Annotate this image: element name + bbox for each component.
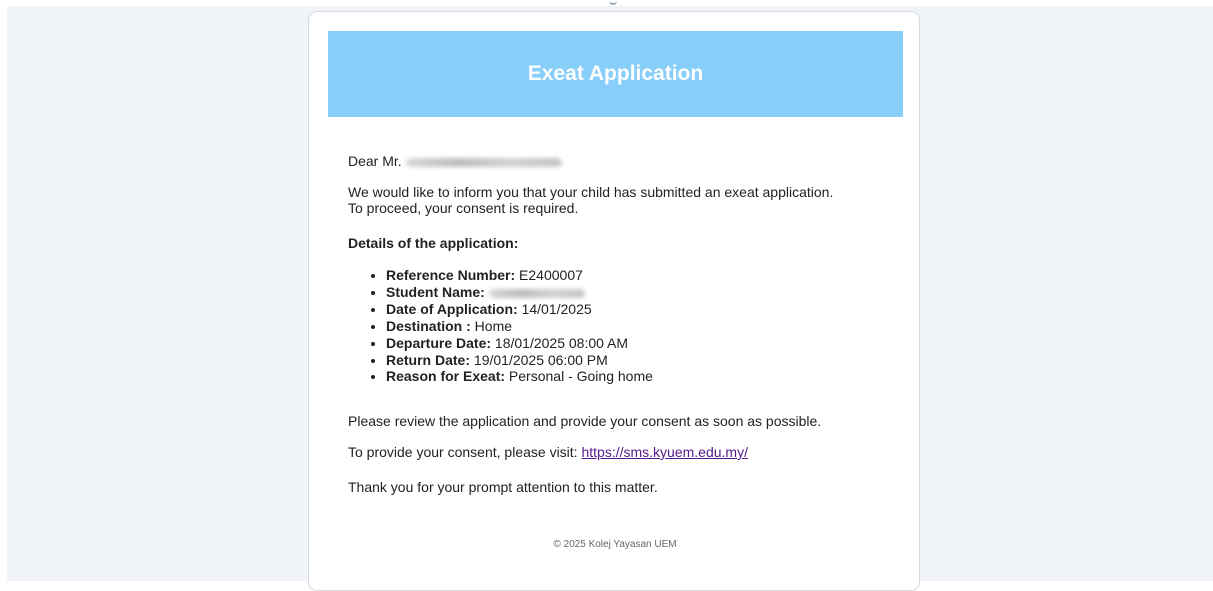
thanks-paragraph: Thank you for your prompt attention to t… xyxy=(348,479,658,495)
consent-link[interactable]: https://sms.kyuem.edu.my/ xyxy=(581,444,748,460)
detail-item-student-name: Student Name: xyxy=(386,284,653,301)
review-paragraph: Please review the application and provid… xyxy=(348,413,822,429)
detail-label: Return Date: xyxy=(386,351,471,368)
loading-indicator-icon xyxy=(609,0,617,5)
detail-label: Reason for Exeat: xyxy=(386,368,506,385)
detail-item-return-date: Return Date: 19/01/2025 06:00 PM xyxy=(386,352,653,369)
greeting-prefix: Dear Mr. xyxy=(348,153,406,169)
details-heading: Details of the application: xyxy=(348,235,519,251)
detail-value: 19/01/2025 06:00 PM xyxy=(470,351,608,368)
intro-paragraph: We would like to inform you that your ch… xyxy=(348,184,893,216)
detail-value: Personal - Going home xyxy=(505,368,653,385)
redacted-parent-name xyxy=(405,157,562,167)
redacted-student-name xyxy=(488,288,585,298)
detail-item-departure-date: Departure Date: 18/01/2025 08:00 AM xyxy=(386,335,653,352)
email-header: Exeat Application xyxy=(328,31,903,117)
consent-prefix: To provide your consent, please visit: xyxy=(348,444,582,460)
greeting: Dear Mr. xyxy=(348,153,562,169)
email-card: Exeat Application Dear Mr. We would like… xyxy=(308,11,920,591)
detail-value: 18/01/2025 08:00 AM xyxy=(491,334,629,351)
detail-item-reference: Reference Number: E2400007 xyxy=(386,267,653,284)
detail-label: Student Name: xyxy=(386,283,485,300)
header-title: Exeat Application xyxy=(527,62,704,85)
detail-value: 14/01/2025 xyxy=(517,300,592,317)
detail-item-reason: Reason for Exeat: Personal - Going home xyxy=(386,368,653,385)
detail-label: Destination : xyxy=(386,317,471,334)
detail-label: Date of Application: xyxy=(386,300,518,317)
detail-item-destination: Destination : Home xyxy=(386,318,653,335)
intro-line-2: To proceed, your consent is required. xyxy=(348,200,579,216)
intro-line-1: We would like to inform you that your ch… xyxy=(348,184,834,200)
footer-copyright: © 2025 Kolej Yayasan UEM xyxy=(553,539,677,550)
detail-item-date-of-application: Date of Application: 14/01/2025 xyxy=(386,301,653,318)
details-list: Reference Number: E2400007 Student Name:… xyxy=(348,267,653,385)
detail-value: Home xyxy=(470,317,513,334)
detail-value: E2400007 xyxy=(515,267,583,283)
detail-label: Departure Date: xyxy=(386,334,492,351)
consent-paragraph: To provide your consent, please visit: h… xyxy=(348,444,748,460)
detail-label: Reference Number: xyxy=(386,267,516,283)
